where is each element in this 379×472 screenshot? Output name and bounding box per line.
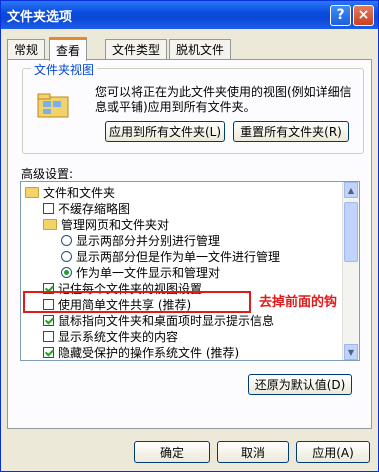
checkbox[interactable] <box>43 314 54 326</box>
tree-item-show-single-manage[interactable]: 显示两部分但是作为单一文件进行管理 <box>61 248 280 264</box>
tree-scrollbar[interactable]: ▲ ▼ <box>342 182 359 360</box>
tab-offline-files[interactable]: 脱机文件 <box>169 39 232 59</box>
tree-item-show-system-folders[interactable]: 显示系统文件夹的内容 <box>43 328 178 344</box>
tree-item-hide-protected-files[interactable]: 隐藏受保护的操作系统文件 (推荐) <box>43 344 239 360</box>
folder-icon <box>25 186 39 198</box>
advanced-settings-tree: 文件和文件夹 不缓存缩略图 管理网页和文件夹对 显示两部分并分别进行管理 显示两… <box>20 181 360 361</box>
title-bar: 文件夹选项 ? × <box>1 1 378 29</box>
tab-file-types[interactable]: 文件类型 <box>105 39 168 59</box>
radio-button[interactable] <box>61 250 72 262</box>
apply-to-all-folders-button[interactable]: 应用到所有文件夹(L) <box>105 121 225 142</box>
tree-item-manage-web-pairs: 管理网页和文件夹对 <box>43 216 169 232</box>
view-tab-panel: 文件夹视图 您可以将正在为此文件夹使用的视图(例如详细信息或平铺)应用到所有文件… <box>7 59 372 429</box>
folder-views-group: 文件夹视图 您可以将正在为此文件夹使用的视图(例如详细信息或平铺)应用到所有文件… <box>22 61 364 154</box>
checkbox[interactable] <box>43 202 54 214</box>
tree-item-no-thumbnail-cache[interactable]: 不缓存缩略图 <box>43 200 130 216</box>
ok-button[interactable]: 确定 <box>134 441 210 463</box>
window-title: 文件夹选项 <box>7 9 73 25</box>
apply-button[interactable]: 应用(A) <box>296 441 370 463</box>
folder-views-title: 文件夹视图 <box>31 61 98 78</box>
radio-button[interactable] <box>61 234 72 246</box>
tab-view[interactable]: 查看 <box>49 37 88 61</box>
scroll-thumb[interactable] <box>344 202 358 262</box>
tree-item-single-file[interactable]: 作为单一文件显示和管理对 <box>61 264 220 280</box>
annotation-highlight-box <box>23 291 251 313</box>
help-button[interactable]: ? <box>330 4 351 26</box>
scroll-up-icon[interactable]: ▲ <box>344 182 358 198</box>
folder-views-icon <box>37 93 69 118</box>
tab-strip: 常规 查看 文件类型 脱机文件 <box>7 37 372 61</box>
advanced-settings-label: 高级设置: <box>21 167 74 181</box>
checkbox[interactable] <box>43 346 54 358</box>
tab-general[interactable]: 常规 <box>7 39 46 59</box>
tree-item-files-and-folders: 文件和文件夹 <box>25 184 115 200</box>
folder-options-dialog: 文件夹选项 ? × 常规 查看 文件类型 脱机文件 文件夹视图 您可以将正在为此… <box>0 0 379 472</box>
folder-views-description: 您可以将正在为此文件夹使用的视图(例如详细信息或平铺)应用到所有文件夹。 <box>95 85 352 114</box>
folder-icon <box>43 218 57 230</box>
scroll-down-icon[interactable]: ▼ <box>344 344 358 360</box>
restore-defaults-button[interactable]: 还原为默认值(D) <box>248 374 352 395</box>
reset-all-folders-button[interactable]: 重置所有文件夹(R) <box>233 121 349 142</box>
cancel-button[interactable]: 取消 <box>217 441 289 463</box>
checkbox[interactable] <box>43 330 54 342</box>
close-button[interactable]: × <box>353 4 374 26</box>
tree-item-show-tooltips[interactable]: 鼠标指向文件夹和桌面项时显示提示信息 <box>43 312 274 328</box>
radio-button[interactable] <box>61 266 72 278</box>
tree-item-show-separately[interactable]: 显示两部分并分别进行管理 <box>61 232 220 248</box>
annotation-text: 去掉前面的钩 <box>259 295 338 310</box>
